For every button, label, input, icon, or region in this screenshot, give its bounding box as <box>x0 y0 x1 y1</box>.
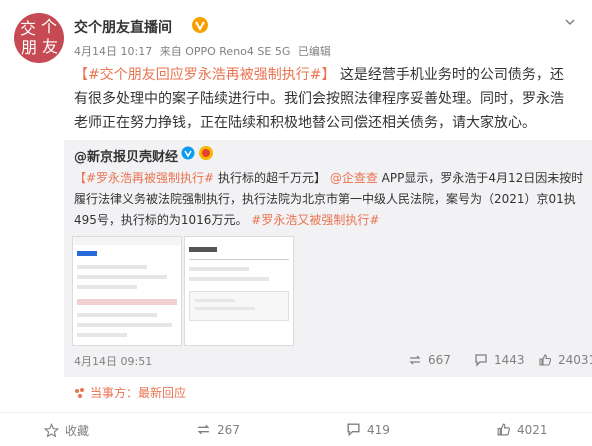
repost-box[interactable]: @新京报贝壳财经 【#罗永浩再被强制执行# 执行标的超千万元】 @企查查 APP… <box>64 140 592 377</box>
post-topic-link[interactable]: 【#交个朋友回应罗永浩再被强制执行#】 <box>74 67 335 83</box>
repost-count-value: 667 <box>428 353 451 367</box>
repost-like-count[interactable]: 24031 <box>538 353 592 367</box>
like-icon <box>539 354 552 366</box>
like-button[interactable]: 4021 <box>496 422 548 437</box>
comment-icon <box>347 423 360 437</box>
repost-button[interactable]: 267 <box>196 422 240 437</box>
edited-label[interactable]: 已编辑 <box>298 45 331 58</box>
avatar-char-2: 个 <box>41 17 58 36</box>
image-thumbnail[interactable] <box>184 236 294 346</box>
favorite-button[interactable]: 收藏 <box>44 422 89 439</box>
verified-icon <box>181 146 195 160</box>
post-body: 【#交个朋友回应罗永浩再被强制执行#】 这是经营手机业务时的公司债务，还有很多处… <box>74 63 574 135</box>
like-count-value: 24031 <box>558 353 592 367</box>
related-source-link[interactable]: 当事方：最新回应 <box>74 384 186 401</box>
avatar-char-1: 交 <box>20 19 37 38</box>
repost-topic-link[interactable]: 【#罗永浩再被强制执行# <box>74 171 214 185</box>
repost-date[interactable]: 4月14日 09:51 <box>74 353 152 369</box>
repost-headline: 执行标的超千万元 <box>217 171 314 185</box>
source-prefix: 来自 <box>159 45 182 58</box>
mention-link[interactable]: @企查查 <box>330 171 378 185</box>
media-badge-icon <box>199 146 213 160</box>
avatar-char-3: 朋 <box>21 38 38 57</box>
action-bar: 收藏 267 419 4021 <box>0 412 592 446</box>
post-meta: 4月14日 10:17 来自 OPPO Reno4 SE 5G 已编辑 <box>74 43 335 59</box>
related-source-label: 当事方：最新回应 <box>90 386 187 400</box>
verified-icon <box>192 17 208 33</box>
post-date[interactable]: 4月14日 10:17 <box>74 45 152 58</box>
repost-author[interactable]: @新京报贝壳财经 <box>74 146 178 165</box>
like-icon <box>497 423 510 436</box>
source-icon <box>75 387 84 398</box>
like-count: 4021 <box>517 422 548 437</box>
repost-topic2-link[interactable]: #罗永浩又被强制执行# <box>251 213 379 227</box>
comment-count: 419 <box>367 422 390 437</box>
comment-icon <box>475 354 487 367</box>
avatar[interactable]: 交 个 朋 友 <box>14 13 64 63</box>
repost-count: 267 <box>217 422 240 437</box>
repost-comment-count[interactable]: 1443 <box>474 353 525 367</box>
repost-repost-count[interactable]: 667 <box>408 353 451 367</box>
chevron-down-icon[interactable] <box>564 16 576 28</box>
image-thumbnail[interactable] <box>72 236 182 346</box>
post-device[interactable]: OPPO Reno4 SE 5G <box>185 45 290 58</box>
repost-icon <box>409 355 421 365</box>
comment-button[interactable]: 419 <box>346 422 390 437</box>
comment-count-value: 1443 <box>494 353 525 367</box>
favorite-label: 收藏 <box>65 424 90 438</box>
author-name[interactable]: 交个朋友直播间 <box>74 17 172 37</box>
repost-text: 【#罗永浩再被强制执行# 执行标的超千万元】 @企查查 APP显示，罗永浩于4月… <box>74 168 584 231</box>
star-icon <box>44 423 59 438</box>
repost-bracket: 】 <box>313 171 326 185</box>
avatar-char-4: 友 <box>42 37 59 56</box>
repost-icon <box>197 424 210 435</box>
